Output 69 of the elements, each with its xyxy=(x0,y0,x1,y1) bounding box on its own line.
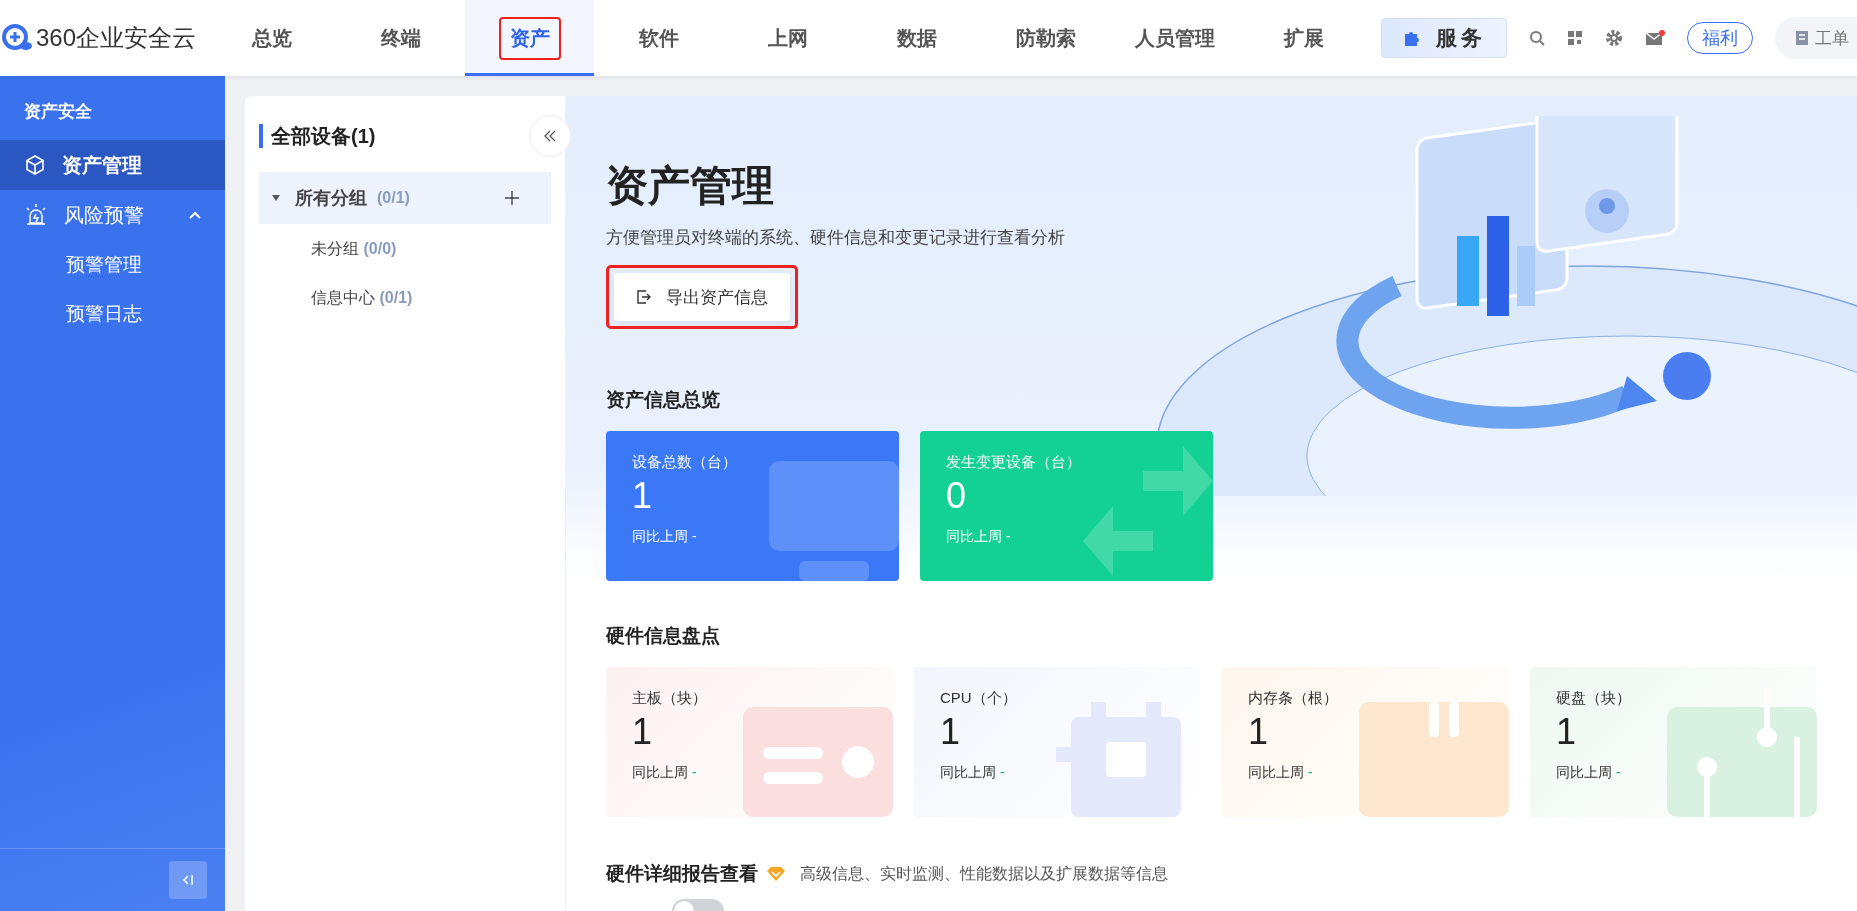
document-icon xyxy=(1795,30,1809,46)
welfare-button[interactable]: 福利 xyxy=(1687,22,1753,54)
nav-tab[interactable]: 资产 xyxy=(465,0,594,76)
section-title: 硬件信息盘点 xyxy=(606,624,721,648)
double-chevron-left-icon xyxy=(543,129,557,143)
nav-tab[interactable]: 数据 xyxy=(852,0,981,76)
hardware-label: 内存条（根） xyxy=(1248,689,1339,708)
section-title: 硬件详细报告查看 xyxy=(606,862,758,886)
alarm-light-icon xyxy=(24,203,48,227)
hardware-value: 1 xyxy=(632,710,654,754)
hardware-value: 1 xyxy=(1248,710,1270,754)
cube-icon xyxy=(24,154,46,176)
stat-label: 发生变更设备（台） xyxy=(946,453,1082,472)
hardware-label: 主板（块） xyxy=(632,689,708,708)
nav-tab[interactable]: 上网 xyxy=(723,0,852,76)
page-description: 方便管理员对终端的系统、硬件信息和变更记录进行查看分析 xyxy=(606,227,1066,249)
compare-label: 同比上周 xyxy=(1556,764,1612,780)
compare-label: 同比上周 xyxy=(1248,764,1304,780)
export-icon xyxy=(636,289,652,305)
mail-icon[interactable] xyxy=(1645,30,1665,46)
brand-name: 360企业安全云 xyxy=(36,23,197,53)
hardware-label: 硬盘（块） xyxy=(1556,689,1632,708)
change-value: - xyxy=(691,528,697,544)
service-button[interactable]: 服务 xyxy=(1381,18,1507,58)
sidebar-subitem[interactable]: 预警管理 xyxy=(0,240,225,289)
tree-item[interactable]: 所有分组 (0/1) xyxy=(259,172,551,224)
cloud-plus-logo-icon xyxy=(2,24,32,52)
change-value: - xyxy=(1615,764,1621,780)
sidebar-subitem[interactable]: 预警日志 xyxy=(0,289,225,338)
stat-value: 1 xyxy=(632,474,654,518)
caret-icon xyxy=(271,194,281,202)
export-button[interactable]: 导出资产信息 xyxy=(614,273,790,321)
tree-item[interactable]: 未分组 (0/0) xyxy=(259,224,551,273)
hardware-label: CPU（个） xyxy=(940,689,1018,708)
nav-tab[interactable]: 总览 xyxy=(207,0,336,76)
compare-label: 同比上周 xyxy=(632,528,688,544)
sidebar-item[interactable]: 风险预警 xyxy=(0,190,225,240)
qr-code-icon[interactable] xyxy=(1567,30,1583,46)
hardware-value: 1 xyxy=(940,710,962,754)
change-value: - xyxy=(1307,764,1313,780)
tree-item[interactable]: 信息中心 (0/1) xyxy=(259,273,551,322)
ticket-button[interactable]: 工单 xyxy=(1775,17,1857,59)
circuit-icon xyxy=(1667,687,1817,817)
search-icon[interactable] xyxy=(1529,30,1545,46)
change-value: - xyxy=(691,764,697,780)
collapse-left-icon xyxy=(181,873,195,887)
nav-tab[interactable]: 人员管理 xyxy=(1110,0,1239,76)
section-title: 资产信息总览 xyxy=(606,388,721,412)
page-title: 资产管理 xyxy=(606,161,775,211)
add-icon[interactable] xyxy=(505,191,519,205)
compare-label: 同比上周 xyxy=(940,764,996,780)
change-value: - xyxy=(999,764,1005,780)
nav-tab[interactable]: 防勒索 xyxy=(981,0,1110,76)
report-description: 高级信息、实时监测、性能数据以及扩展数据等信息 xyxy=(800,863,1168,884)
sidebar-title: 资产安全 xyxy=(23,101,93,123)
nav-tab[interactable]: 软件 xyxy=(594,0,723,76)
chevron-icon[interactable] xyxy=(189,211,201,219)
hardware-value: 1 xyxy=(1556,710,1578,754)
stat-label: 设备总数（台） xyxy=(632,453,738,472)
diamond-icon xyxy=(766,866,786,882)
nav-tab[interactable]: 扩展 xyxy=(1239,0,1368,76)
compare-label: 同比上周 xyxy=(946,528,1002,544)
nav-tab[interactable]: 终端 xyxy=(336,0,465,76)
compare-label: 同比上周 xyxy=(632,764,688,780)
stat-value: 0 xyxy=(946,474,968,518)
sidebar-item[interactable]: 资产管理 xyxy=(0,140,225,190)
change-value: - xyxy=(1005,528,1011,544)
group-panel-title: 全部设备(1) xyxy=(259,124,376,148)
settings-icon[interactable] xyxy=(1605,29,1623,47)
